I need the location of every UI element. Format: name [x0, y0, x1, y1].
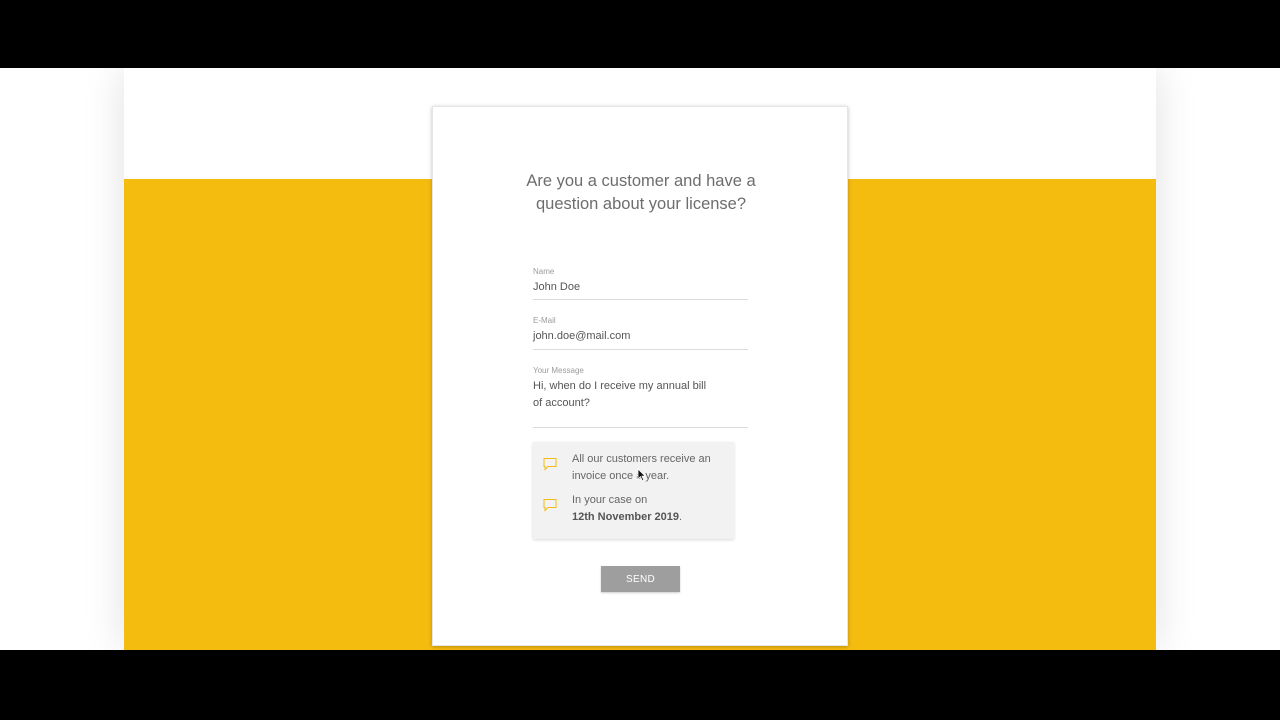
- email-input[interactable]: john.doe@mail.com: [533, 326, 748, 345]
- message-label: Your Message: [533, 366, 584, 375]
- contact-card: Are you a customer and have a question a…: [432, 106, 848, 646]
- chat-bubble-icon: [543, 499, 557, 512]
- name-input[interactable]: John Doe: [533, 277, 748, 296]
- reply-text-prefix: In your case on: [572, 494, 648, 506]
- reply-date: 12th November 2019: [572, 511, 679, 523]
- send-button[interactable]: SEND: [601, 566, 680, 592]
- name-label: Name: [533, 267, 555, 276]
- reply-panel: All our customers receive an invoice onc…: [533, 442, 734, 539]
- page: Are you a customer and have a question a…: [124, 68, 1156, 650]
- reply-text: In your case on 12th November 2019.: [572, 492, 722, 526]
- mouse-cursor-icon: [637, 468, 647, 482]
- reply-text: All our customers receive an invoice onc…: [572, 453, 711, 482]
- chat-bubble-icon: [543, 458, 557, 471]
- reply-text-suffix: .: [679, 511, 683, 523]
- message-textarea[interactable]: Hi, when do I receive my annual bill of …: [533, 376, 718, 412]
- name-field[interactable]: Name John Doe: [533, 267, 748, 300]
- email-label: E-Mail: [533, 316, 556, 325]
- email-field[interactable]: E-Mail john.doe@mail.com: [533, 316, 748, 350]
- form-title: Are you a customer and have a question a…: [526, 172, 756, 213]
- message-field[interactable]: Your Message Hi, when do I receive my an…: [533, 366, 748, 428]
- browser-viewport: Are you a customer and have a question a…: [0, 68, 1280, 650]
